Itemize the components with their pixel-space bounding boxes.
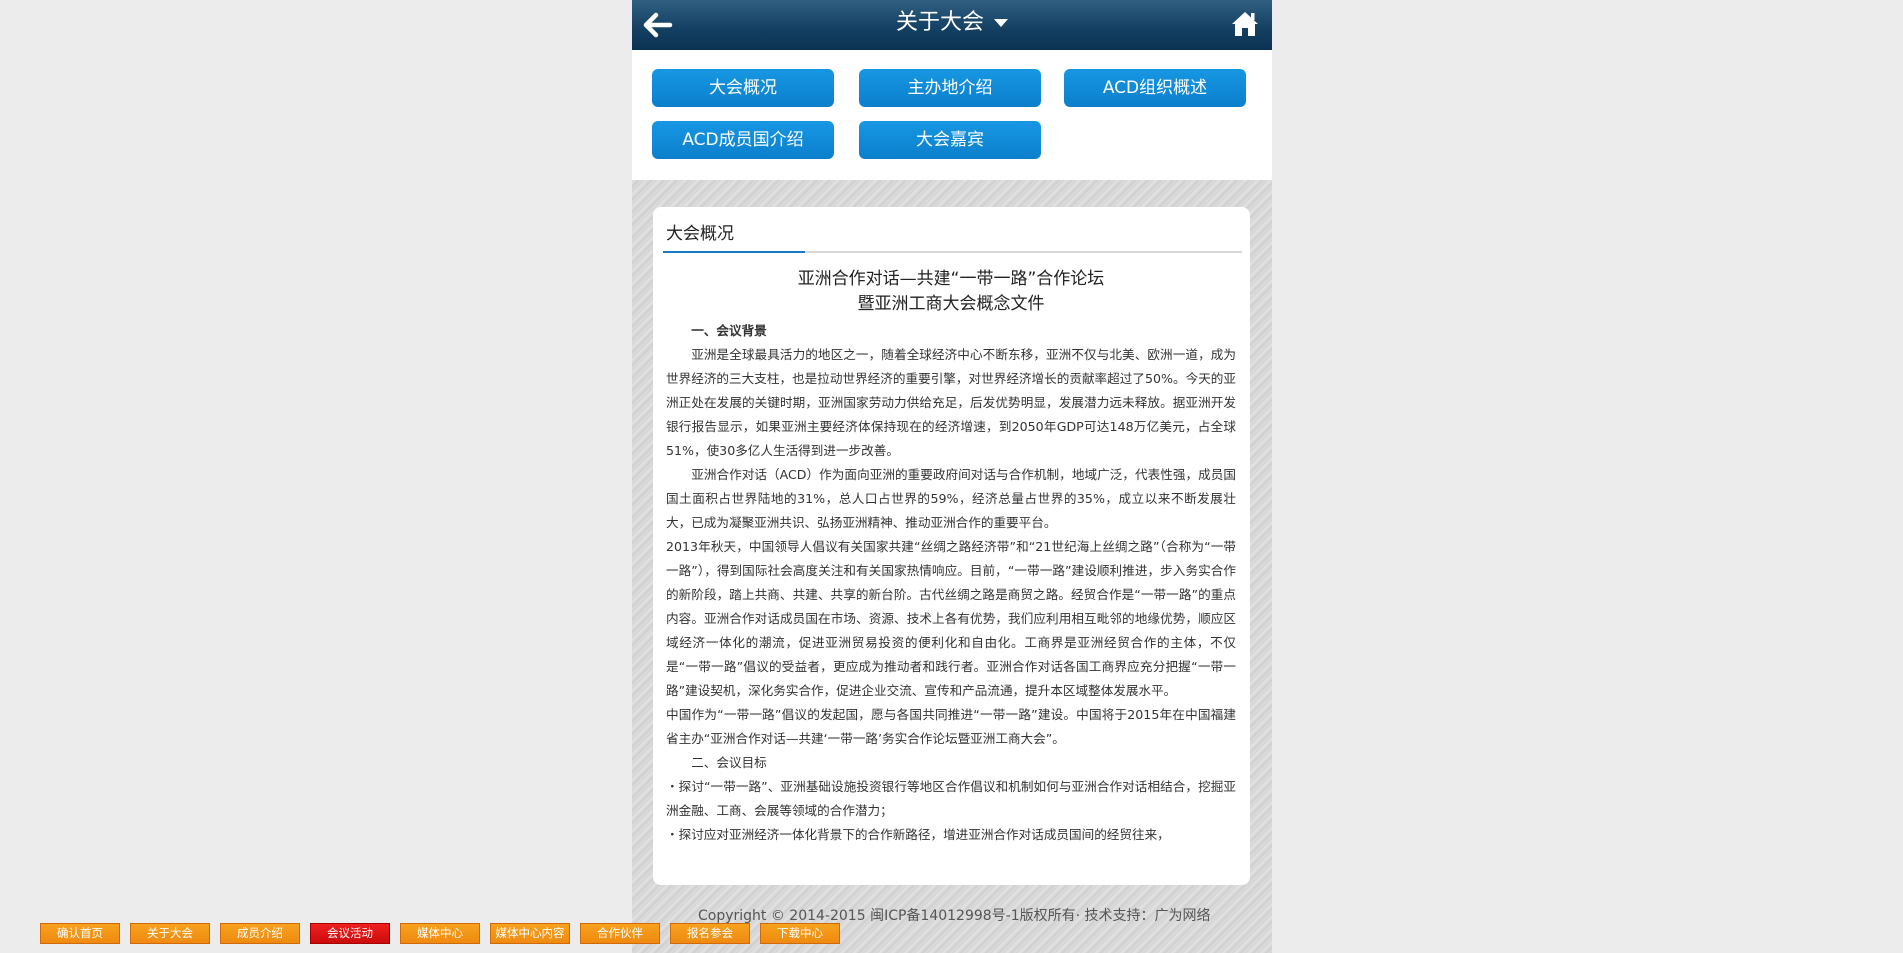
mobile-page: 关于大会 大会概况 主办地介绍 ACD组织概述 ACD成员国介绍 大会嘉宾 大会…: [632, 0, 1272, 953]
top-bar: 关于大会: [632, 0, 1272, 50]
nav-button-member-states[interactable]: ACD成员国介绍: [652, 121, 834, 159]
home-button[interactable]: [1230, 9, 1260, 39]
paragraph: 亚洲是全球最具活力的地区之一，随着全球经济中心不断东移，亚洲不仅与北美、欧洲一道…: [666, 347, 1236, 458]
section-nav: 大会概况 主办地介绍 ACD组织概述 ACD成员国介绍 大会嘉宾: [632, 50, 1272, 180]
card-divider-accent: [663, 251, 805, 253]
bottom-nav-media-content[interactable]: 媒体中心内容: [490, 923, 570, 944]
bullet-item: ・探讨“一带一路”、亚洲基础设施投资银行等地区合作倡议和机制如何与亚洲合作对话相…: [666, 779, 1236, 818]
article-body: 亚洲合作对话—共建“一带一路”合作论坛 暨亚洲工商大会概念文件 一、会议背景 亚…: [666, 267, 1236, 885]
nav-button-acd-overview[interactable]: ACD组织概述: [1064, 69, 1246, 107]
nav-button-host-city[interactable]: 主办地介绍: [859, 69, 1041, 107]
section-heading-goals: 二、会议目标: [691, 755, 767, 770]
paragraph: 亚洲合作对话（ACD）作为面向亚洲的重要政府间对话与合作机制，地域广泛，代表性强…: [666, 467, 1236, 530]
document-title-line2: 暨亚洲工商大会概念文件: [857, 294, 1045, 314]
caret-down-icon: [994, 19, 1008, 27]
bullet-item: ・探讨应对亚洲经济一体化背景下的合作新路径，增进亚洲合作对话成员国间的经贸往来，: [666, 827, 1170, 842]
nav-button-overview[interactable]: 大会概况: [652, 69, 834, 107]
bottom-nav-events[interactable]: 会议活动: [310, 923, 390, 944]
section-heading-background: 一、会议背景: [691, 323, 767, 338]
page-title: 关于大会: [895, 10, 984, 35]
copyright-footer: Copyright © 2014-2015 闽ICP备14012998号-1版权…: [698, 908, 1211, 924]
bottom-nav-downloads[interactable]: 下载中心: [760, 923, 840, 944]
bottom-nav-media[interactable]: 媒体中心: [400, 923, 480, 944]
bottom-nav-about[interactable]: 关于大会: [130, 923, 210, 944]
bottom-nav-members[interactable]: 成员介绍: [220, 923, 300, 944]
bottom-nav-home[interactable]: 确认首页: [40, 923, 120, 944]
paragraph: 2013年秋天，中国领导人倡议有关国家共建“丝绸之路经济带”和“21世纪海上丝绸…: [666, 539, 1236, 698]
card-title: 大会概况: [666, 224, 734, 244]
home-icon: [1232, 12, 1258, 36]
bottom-nav-register[interactable]: 报名参会: [670, 923, 750, 944]
header-title-dropdown[interactable]: 关于大会: [632, 0, 1272, 48]
bottom-nav-partners[interactable]: 合作伙伴: [580, 923, 660, 944]
paragraph: 中国作为“一带一路”倡议的发起国，愿与各国共同推进“一带一路”建设。中国将于20…: [666, 707, 1236, 746]
content-card: 大会概况 亚洲合作对话—共建“一带一路”合作论坛 暨亚洲工商大会概念文件 一、会…: [653, 207, 1250, 885]
nav-button-guests[interactable]: 大会嘉宾: [859, 121, 1041, 159]
document-title-line1: 亚洲合作对话—共建“一带一路”合作论坛: [797, 269, 1105, 289]
